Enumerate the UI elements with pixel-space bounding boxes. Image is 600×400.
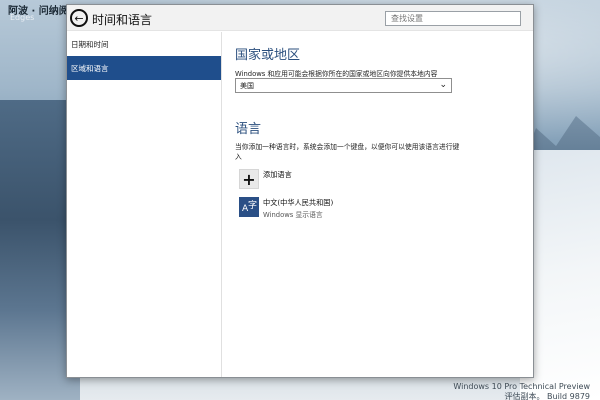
region-heading: 国家或地区 <box>235 48 301 63</box>
region-description: Windows 和应用可能会根据你所在的国家或地区向你提供本地内容 <box>235 70 438 78</box>
language-description: 当你添加一种语言时，系统会添加一个键盘，以便你可以使用该语言进行键入 <box>235 143 460 161</box>
language-list-item[interactable]: A字 中文(中华人民共和国) Windows 显示语言 <box>239 197 333 219</box>
title-bar: ← 时间和语言 <box>67 5 533 31</box>
language-heading: 语言 <box>235 122 262 137</box>
add-language-button[interactable]: + 添加语言 <box>239 169 292 189</box>
main-content: 国家或地区 Windows 和应用可能会根据你所在的国家或地区向你提供本地内容 … <box>235 32 525 377</box>
language-subtitle: Windows 显示语言 <box>263 211 323 219</box>
sidebar-item-region-language[interactable]: 区域和语言 <box>67 56 221 80</box>
desktop-top-sub: Edges <box>10 13 35 22</box>
search-input[interactable] <box>385 11 521 26</box>
country-select-value: 美国 <box>240 82 254 90</box>
sidebar-item-date-time[interactable]: 日期和时间 <box>67 32 221 56</box>
language-item-text: 中文(中华人民共和国) Windows 显示语言 <box>263 198 333 219</box>
os-watermark: Windows 10 Pro Technical Preview 评估副本。 B… <box>453 382 590 400</box>
watermark-line-2: 评估副本。 Build 9879 <box>504 392 590 400</box>
language-name: 中文(中华人民共和国) <box>263 198 334 207</box>
sidebar: 日期和时间 区域和语言 <box>67 32 222 377</box>
country-select[interactable]: 美国 ⌄ <box>235 78 452 93</box>
settings-window: ← 时间和语言 日期和时间 区域和语言 国家或地区 Windows 和应用可能会… <box>66 4 534 378</box>
plus-icon: + <box>239 169 259 189</box>
window-title: 时间和语言 <box>92 13 153 27</box>
language-icon: A字 <box>239 197 259 217</box>
back-button[interactable]: ← <box>70 9 88 27</box>
add-language-label: 添加语言 <box>263 170 292 179</box>
chevron-down-icon: ⌄ <box>439 80 447 90</box>
watermark-line-1: Windows 10 Pro Technical Preview <box>453 382 590 391</box>
back-arrow-icon: ← <box>74 11 84 25</box>
